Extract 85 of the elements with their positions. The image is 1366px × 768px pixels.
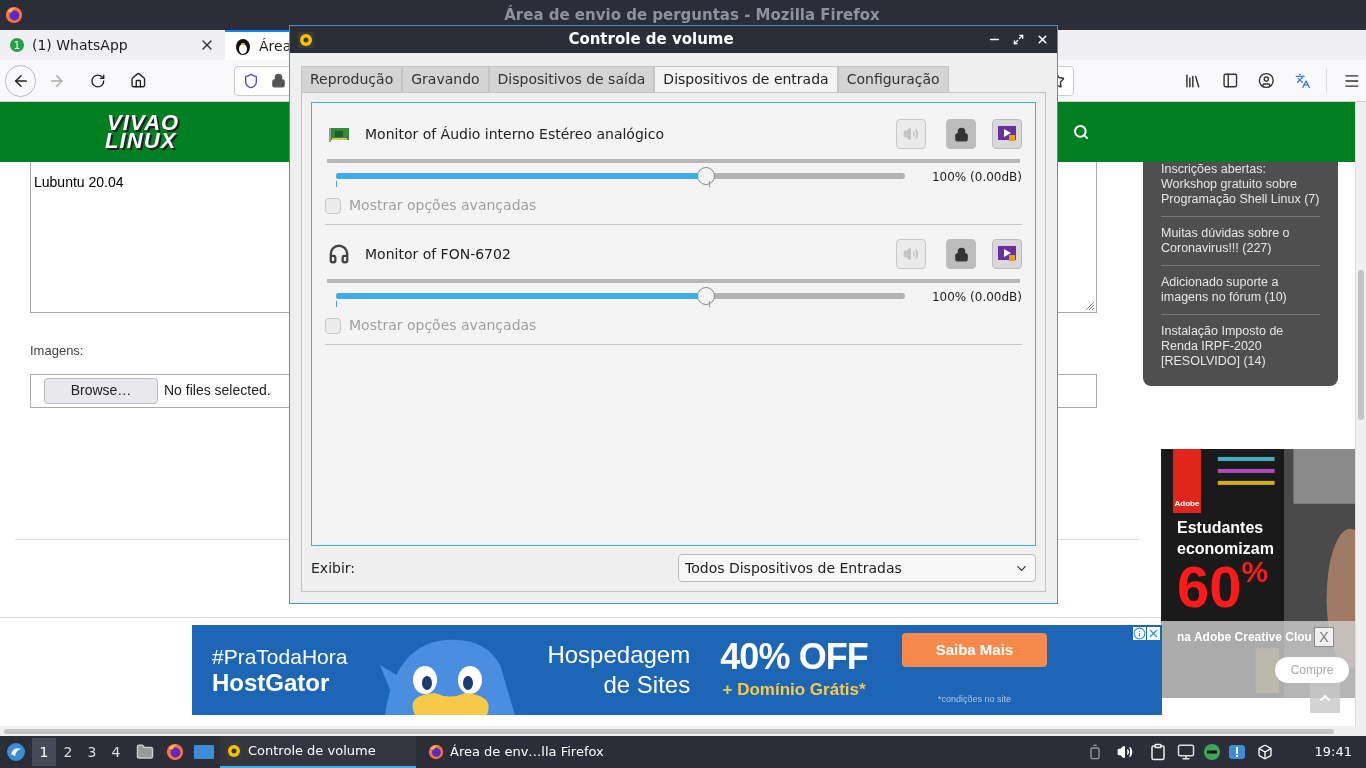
device-name: Monitor of FON-6702 (365, 244, 512, 264)
start-menu-icon[interactable] (6, 742, 26, 762)
banner-brand: HostGator (212, 670, 331, 696)
speaker-icon (903, 126, 919, 142)
window-title: Área de envio de perguntas - Mozilla Firefox (503, 4, 881, 26)
ad-big-number: 60 (1177, 557, 1242, 617)
ad-close-icon[interactable] (1147, 627, 1160, 640)
media-icon (998, 246, 1016, 262)
monitor-icon[interactable] (1176, 743, 1195, 761)
horizontal-scrollbar[interactable] (0, 726, 1366, 736)
lock-icon (271, 73, 287, 88)
browse-button[interactable]: Browse… (44, 377, 158, 404)
clipboard-icon[interactable] (1148, 743, 1167, 761)
sidebar-icon[interactable] (1221, 72, 1239, 89)
dialog-tab[interactable]: Reprodução (301, 66, 403, 92)
notification-badge: 1 (10, 38, 24, 52)
home-icon[interactable] (129, 72, 147, 89)
headphones-icon (328, 243, 350, 265)
resize-grip-icon (1085, 301, 1094, 310)
volume-reading: 100% (0.00dB) (930, 289, 1022, 306)
lock-button[interactable] (946, 239, 976, 269)
device-name: Monitor of Áudio interno Estéreo analógico (365, 124, 665, 144)
firefox-icon (5, 6, 23, 24)
file-status: No files selected. (164, 381, 271, 400)
clock: 19:41 (1314, 743, 1352, 762)
workspace-button[interactable]: 4 (104, 738, 128, 766)
banner-footnote: *condições no site (937, 693, 1011, 707)
alert-icon[interactable] (1228, 743, 1245, 761)
lock-button[interactable] (946, 119, 976, 149)
images-label: Imagens: (30, 342, 84, 360)
default-device-button[interactable] (992, 239, 1022, 269)
desktop-icon[interactable] (194, 744, 214, 760)
tab-title: (1) WhatsApp (32, 35, 128, 55)
maximize-icon[interactable] (1013, 34, 1024, 45)
lock-icon (953, 126, 969, 142)
speaker-icon (226, 743, 242, 759)
dialog-tab[interactable]: Dispositivos de saída (488, 66, 655, 92)
ad-brand: Adobe (1174, 498, 1200, 510)
banner-hashtag: #PraTodaHora (212, 644, 348, 670)
app-icon (298, 31, 314, 48)
firefox-launcher-icon (166, 743, 184, 761)
media-icon (998, 126, 1016, 142)
translate-icon[interactable] (1294, 72, 1311, 89)
browser-tab[interactable]: 1 (1) WhatsApp (0, 30, 225, 60)
ad-close-button[interactable]: X (1313, 627, 1334, 647)
search-icon[interactable] (1073, 124, 1089, 140)
dialog-tab[interactable]: Dispositivos de entrada (654, 66, 838, 92)
display-label: Exibir: (311, 558, 357, 578)
volume-icon[interactable] (1116, 744, 1133, 760)
ad-caption: na Adobe Creative Clou (1177, 629, 1312, 646)
banner-offer: 40% OFF (720, 637, 868, 678)
workspace-button[interactable]: 1 (32, 738, 56, 766)
account-icon[interactable] (1258, 72, 1275, 89)
banner-headline: de Sites (603, 670, 691, 700)
taskbar-task[interactable]: Área de env…lla Firefox (422, 736, 618, 768)
site-logo[interactable]: VIVAO LINUX (105, 114, 180, 150)
dialog-tab[interactable]: Configuração (837, 66, 949, 92)
default-device-button[interactable] (992, 119, 1022, 149)
topic-link[interactable]: Instalação Imposto de Renda IRPF-2020 [RESOLVIDO] (14) (1161, 314, 1320, 378)
sound-card-icon (329, 126, 349, 142)
shield-icon (243, 72, 260, 89)
workspace-button[interactable]: 3 (80, 738, 104, 766)
banner-headline: Hospedagem (547, 640, 691, 670)
ad-headline: economizam (1177, 539, 1274, 559)
workspace-button[interactable]: 2 (56, 738, 80, 766)
close-icon[interactable] (1036, 33, 1049, 46)
volume-reading: 100% (0.00dB) (930, 169, 1022, 186)
reload-icon[interactable] (89, 72, 106, 89)
vertical-scrollbar[interactable] (1355, 102, 1366, 726)
display-dropdown[interactable]: Todos Dispositivos de Entradas (678, 554, 1036, 582)
lock-icon (953, 246, 969, 262)
dialog-title: Controle de volume (567, 29, 735, 51)
dialog-tab[interactable]: Gravando (402, 66, 489, 92)
speaker-icon (903, 246, 919, 262)
topic-link[interactable]: Inscrições abertas: Workshop gratuito sobre Programação Shell Linux (7) (1161, 162, 1320, 216)
ad-headline: Estudantes (1177, 518, 1265, 538)
firefox-icon (428, 744, 444, 760)
banner-extra: + Domínio Grátis* (722, 679, 866, 702)
folder-icon[interactable] (136, 743, 154, 761)
taskbar-task[interactable]: Controle de volume (220, 736, 416, 768)
ad-percent: % (1241, 557, 1269, 587)
penguin-icon (235, 37, 251, 55)
topic-link[interactable]: Adicionado suporte a imagens no fórum (10) (1161, 265, 1320, 314)
topic-link[interactable]: Muitas dúvidas sobre o Coronavirus!!! (227) (1161, 216, 1320, 265)
ad-info-icon[interactable] (1133, 627, 1146, 640)
